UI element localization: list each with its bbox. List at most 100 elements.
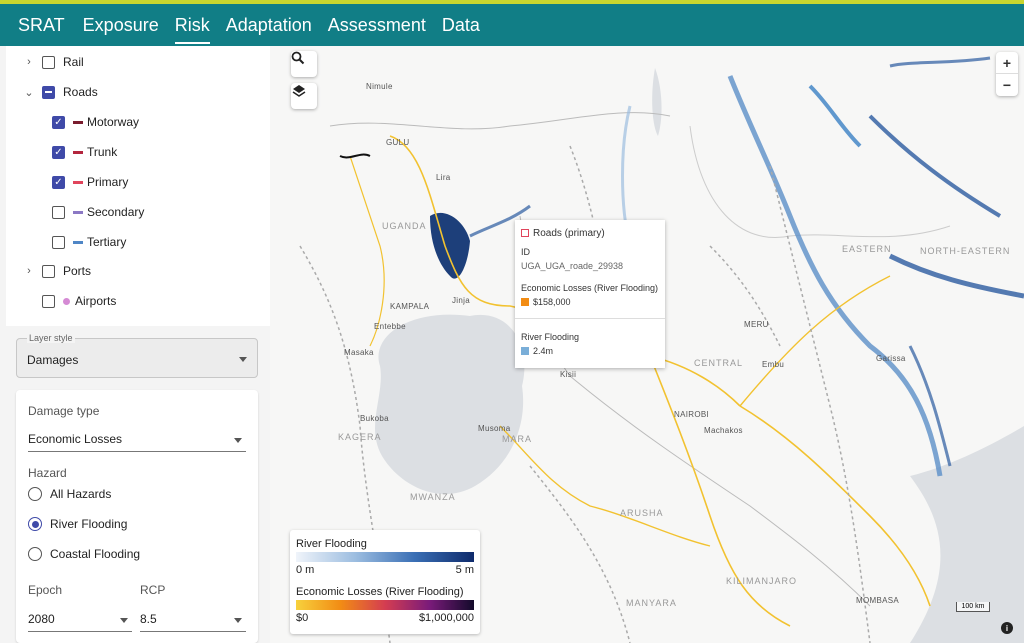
sidebar: › Rail ⌄ Roads ✓ Motorway ✓ Trunk ✓ Prim… <box>0 46 270 643</box>
nav-adaptation[interactable]: Adaptation <box>218 4 320 46</box>
radio-circle[interactable] <box>28 517 42 531</box>
loss-color-ramp <box>296 600 474 610</box>
map-place-label: Masaka <box>344 348 374 357</box>
nav-data[interactable]: Data <box>434 4 488 46</box>
chevron-right-icon[interactable]: › <box>22 265 36 277</box>
primary-swatch <box>73 180 83 184</box>
chevron-right-icon[interactable]: › <box>22 56 36 68</box>
road-primary <box>349 155 385 347</box>
tree-item-roads[interactable]: ⌄ Roads <box>22 77 98 107</box>
tree-item-motorway[interactable]: ✓ Motorway <box>46 107 139 137</box>
caret-down-icon <box>120 618 128 623</box>
nav-risk[interactable]: Risk <box>167 4 218 46</box>
map-view[interactable]: Nimule GULU Lira UGANDA KAMPALA Jinja En… <box>270 46 1024 643</box>
radio-circle[interactable] <box>28 547 42 561</box>
flood-color-icon <box>521 347 529 355</box>
info-button[interactable]: i <box>1001 622 1013 634</box>
epoch-select[interactable]: 2080 <box>28 612 132 632</box>
flood-color-ramp <box>296 552 474 562</box>
hazard-label: Hazard <box>28 466 67 480</box>
nav-assessment[interactable]: Assessment <box>320 4 434 46</box>
tooltip-flood-row: 2.4m <box>521 346 553 356</box>
rcp-label: RCP <box>140 583 166 597</box>
layer-tree: › Rail ⌄ Roads ✓ Motorway ✓ Trunk ✓ Prim… <box>6 46 270 326</box>
tree-label-ports: Ports <box>63 264 92 278</box>
checkbox-motorway[interactable]: ✓ <box>52 115 65 129</box>
flood-lake-kyoga <box>430 212 470 279</box>
river-flood <box>908 345 952 467</box>
tree-label-rail: Rail <box>63 55 84 69</box>
map-place-label: Lira <box>436 173 451 182</box>
border-line <box>689 125 951 238</box>
checkbox-roads[interactable] <box>42 85 55 99</box>
river-flood <box>808 84 862 148</box>
radio-coastal-flooding[interactable]: Coastal Flooding <box>28 547 140 561</box>
checkbox-airports[interactable] <box>42 294 55 308</box>
radio-label: All Hazards <box>50 487 112 501</box>
map-region-label: MWANZA <box>410 492 456 502</box>
damage-type-value: Economic Losses <box>28 432 123 446</box>
checkbox-rail[interactable] <box>42 55 55 69</box>
tree-item-primary[interactable]: ✓ Primary <box>46 167 128 197</box>
checkbox-trunk[interactable]: ✓ <box>52 145 65 159</box>
scale-bar: 100 km <box>956 602 990 612</box>
motorway-swatch <box>73 120 83 124</box>
radio-river-flooding[interactable]: River Flooding <box>28 517 127 531</box>
tree-item-tertiary[interactable]: Tertiary <box>46 227 126 257</box>
tree-item-rail[interactable]: › Rail <box>22 47 84 77</box>
legend-loss-min: $0 <box>296 612 309 624</box>
zoom-out-button[interactable]: − <box>996 74 1018 96</box>
tree-item-trunk[interactable]: ✓ Trunk <box>46 137 117 167</box>
map-place-label: Jinja <box>452 296 470 305</box>
map-region-label: MANYARA <box>626 598 677 608</box>
map-region-label: ARUSHA <box>620 508 664 518</box>
zoom-control: + − <box>996 52 1018 96</box>
layer-style-label: Layer style <box>27 333 75 343</box>
checkbox-secondary[interactable] <box>52 205 65 219</box>
layers-icon <box>292 85 306 97</box>
map-legend: River Flooding 0 m 5 m Economic Losses (… <box>290 530 480 634</box>
legend-loss-title: Economic Losses (River Flooding) <box>296 586 464 598</box>
checkbox-tertiary[interactable] <box>52 235 65 249</box>
radio-all-hazards[interactable]: All Hazards <box>28 487 111 501</box>
map-region-label: KAGERA <box>338 432 382 442</box>
tree-label-tertiary: Tertiary <box>87 235 127 249</box>
radio-label: Coastal Flooding <box>50 547 141 561</box>
tooltip-title-row: Roads (primary) <box>521 228 605 239</box>
radio-circle[interactable] <box>28 487 42 501</box>
road-primary <box>499 425 711 547</box>
checkbox-primary[interactable]: ✓ <box>52 175 65 189</box>
damage-type-select[interactable]: Economic Losses <box>28 432 246 452</box>
feature-tooltip: Roads (primary) ID UGA_UGA_roade_29938 E… <box>515 220 665 368</box>
map-place-label: Musoma <box>478 424 511 433</box>
tree-item-airports[interactable]: Airports <box>36 286 116 316</box>
road-network <box>529 465 631 643</box>
legend-flood-title: River Flooding <box>296 538 367 550</box>
brand-link[interactable]: SRAT <box>0 4 75 46</box>
caret-down-icon <box>234 438 242 443</box>
checkbox-ports[interactable] <box>42 264 55 278</box>
layers-button[interactable] <box>291 83 317 109</box>
nav-exposure[interactable]: Exposure <box>75 4 167 46</box>
map-place-label: MERU <box>744 320 769 329</box>
rcp-select[interactable]: 8.5 <box>140 612 246 632</box>
map-place-label: Nimule <box>366 82 393 91</box>
search-button[interactable] <box>291 51 317 77</box>
map-region-label: UGANDA <box>382 221 427 231</box>
layer-style-value: Damages <box>27 353 79 367</box>
map-place-label: Entebbe <box>374 322 406 331</box>
layer-style-select[interactable]: Layer style Damages <box>16 333 258 378</box>
tree-label-secondary: Secondary <box>87 205 145 219</box>
river-flood <box>727 75 943 477</box>
map-place-label: Embu <box>762 360 785 369</box>
tree-item-ports[interactable]: › Ports <box>22 256 91 286</box>
road-square-icon <box>521 229 529 237</box>
tree-label-roads: Roads <box>63 85 98 99</box>
tree-item-secondary[interactable]: Secondary <box>46 197 144 227</box>
map-place-label: MOMBASA <box>856 596 899 605</box>
legend-loss-max: $1,000,000 <box>418 612 474 624</box>
road-trunk <box>339 153 371 159</box>
zoom-in-button[interactable]: + <box>996 52 1018 74</box>
border-line <box>329 112 671 130</box>
chevron-down-icon[interactable]: ⌄ <box>22 86 36 99</box>
